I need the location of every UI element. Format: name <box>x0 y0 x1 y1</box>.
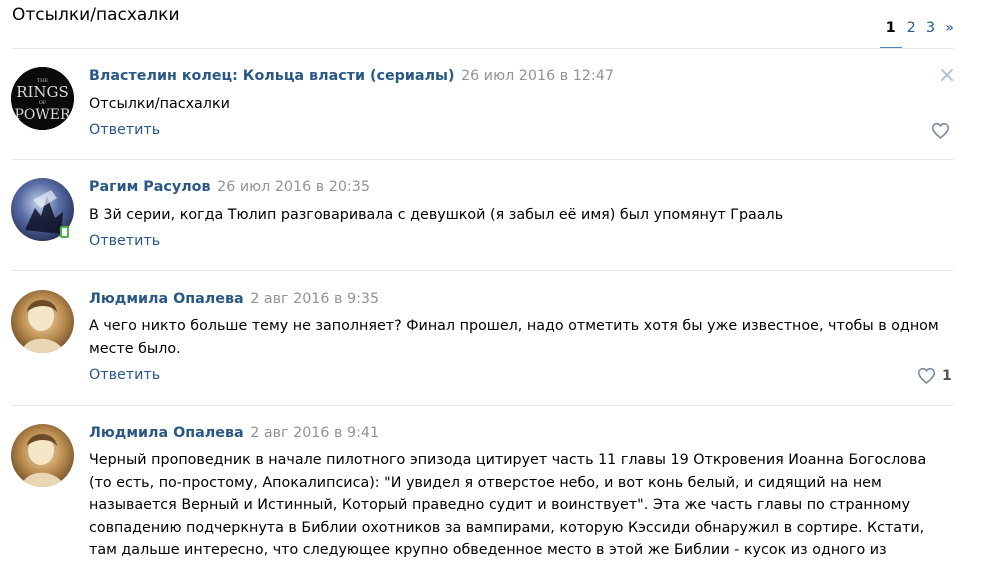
comment-divider <box>12 405 954 406</box>
like-button[interactable] <box>931 122 950 139</box>
heart-icon <box>917 367 936 384</box>
avatar[interactable]: THE RINGS OF POWER <box>11 67 74 130</box>
comment-author-link[interactable]: Людмила Опалева <box>89 425 244 441</box>
comment-date[interactable]: 26 июл 2016 в 20:35 <box>217 179 370 195</box>
comment-date[interactable]: 2 авг 2016 в 9:35 <box>250 291 379 307</box>
heart-icon <box>931 122 950 139</box>
like-count: 1 <box>942 367 952 384</box>
comment-divider <box>12 270 954 271</box>
comment-text: В 3й серии, когда Тюлип разговаривала с … <box>89 207 784 223</box>
comment-date[interactable]: 2 авг 2016 в 9:41 <box>250 425 379 441</box>
comments-page: Отсылки/пасхалки 1 2 3 » THE RINGS OF PO… <box>0 0 981 571</box>
header-divider <box>12 48 954 49</box>
avatar-image <box>11 290 74 353</box>
page-3-link[interactable]: 3 <box>921 20 940 37</box>
page-1-link[interactable]: 1 <box>879 20 902 49</box>
avatar[interactable] <box>11 290 74 353</box>
comment-text: А чего никто больше тему не заполняет? Ф… <box>89 318 939 357</box>
page-title: Отсылки/пасхалки <box>12 5 180 25</box>
reply-button[interactable]: Ответить <box>89 367 160 383</box>
online-mobile-icon <box>60 226 69 238</box>
page-2-link[interactable]: 2 <box>902 20 921 37</box>
reply-button[interactable]: Ответить <box>89 122 160 138</box>
svg-text:RINGS: RINGS <box>16 83 69 101</box>
svg-text:POWER: POWER <box>14 107 71 123</box>
comment-author-link[interactable]: Людмила Опалева <box>89 291 244 307</box>
comment-date[interactable]: 26 июл 2016 в 12:47 <box>461 68 614 84</box>
reply-button[interactable]: Ответить <box>89 233 160 249</box>
next-page-link[interactable]: » <box>940 20 959 37</box>
comment-author-link[interactable]: Властелин колец: Кольца власти (сериалы) <box>89 68 455 84</box>
avatar-image <box>11 424 74 487</box>
comment-author-link[interactable]: Рагим Расулов <box>89 179 211 195</box>
like-button[interactable]: 1 <box>917 367 952 384</box>
close-icon[interactable] <box>939 67 955 83</box>
comment-text: Отсылки/пасхалки <box>89 96 230 112</box>
pagination: 1 2 3 » <box>879 20 959 49</box>
rings-of-power-logo: THE RINGS OF POWER <box>11 67 74 130</box>
comment-text: Черный проповедник в начале пилотного эп… <box>89 452 927 558</box>
avatar[interactable] <box>11 424 74 487</box>
svg-text:OF: OF <box>39 100 47 106</box>
comment-divider <box>12 159 954 160</box>
